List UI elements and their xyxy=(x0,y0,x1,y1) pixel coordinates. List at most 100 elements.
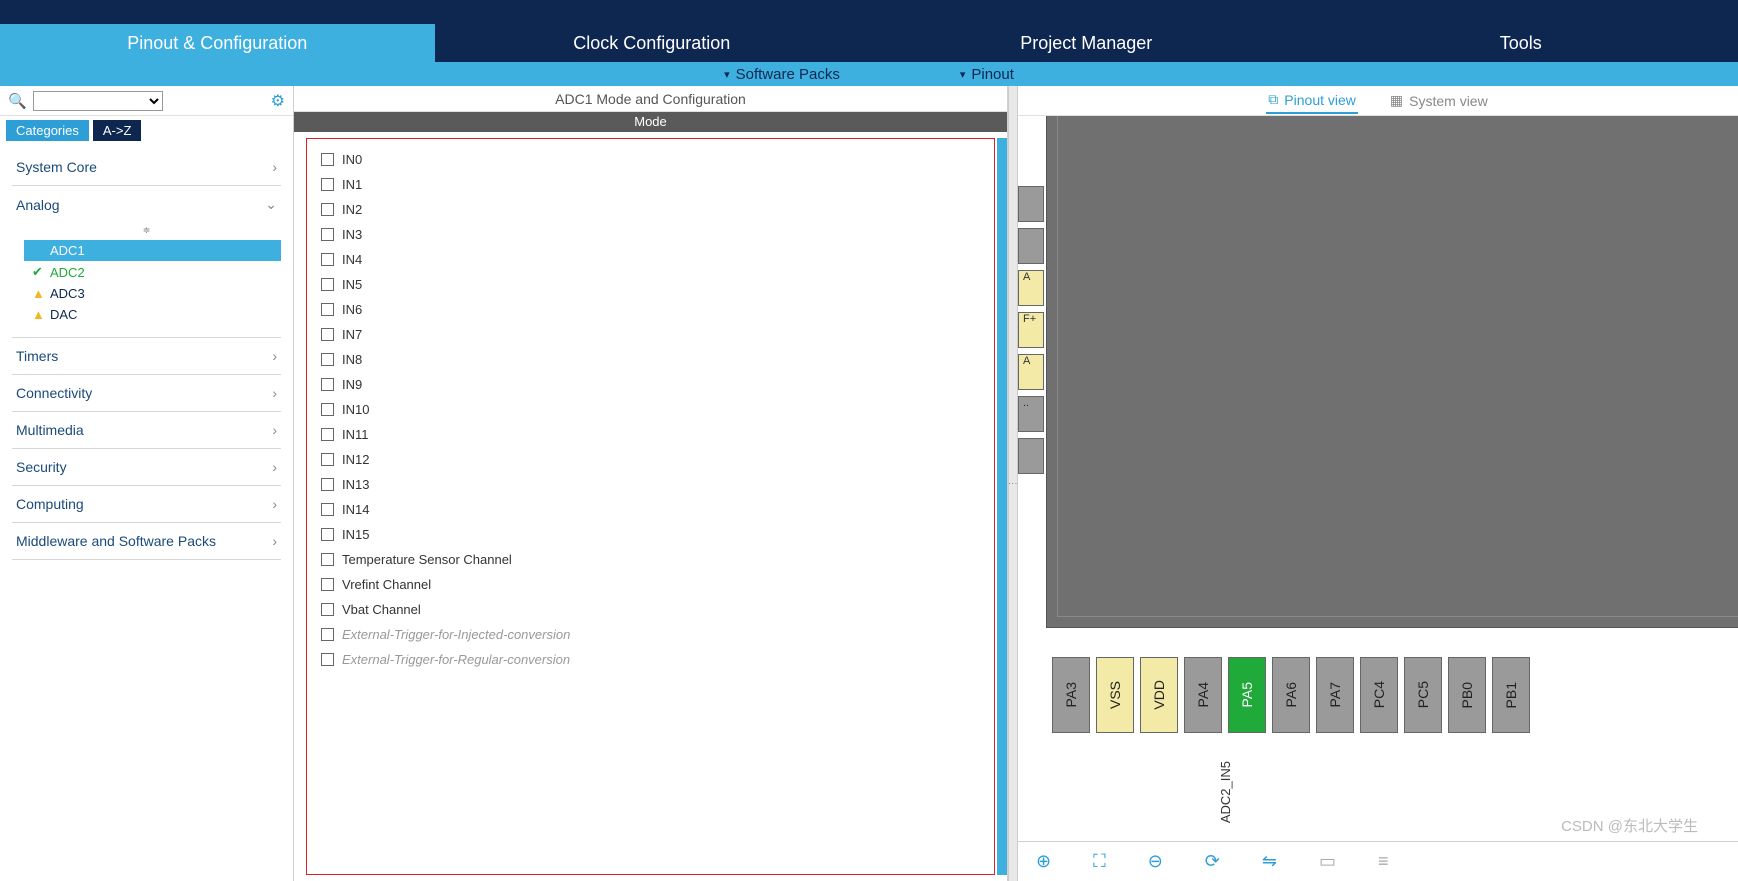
highlight-box: IN0 IN1 IN2 IN3 IN4 IN5 IN6 IN7 IN8 IN9 … xyxy=(306,138,995,875)
item-adc3[interactable]: ▲ADC3 xyxy=(24,283,281,304)
rotate-icon[interactable]: ⟳ xyxy=(1205,851,1220,872)
drag-handle[interactable]: ≑ xyxy=(12,223,281,238)
left-pin[interactable]: A xyxy=(1018,270,1044,306)
tab-categories[interactable]: Categories xyxy=(6,120,89,141)
tab-pinout-view[interactable]: ⧉Pinout view xyxy=(1266,87,1358,114)
checkbox-vbat[interactable] xyxy=(321,603,334,616)
subtab-software-packs[interactable]: ▾Software Packs xyxy=(724,66,840,83)
group-middleware[interactable]: Middleware and Software Packs› xyxy=(12,523,281,560)
mode-vbat[interactable]: Vbat Channel xyxy=(321,597,980,622)
mode-in13[interactable]: IN13 xyxy=(321,472,980,497)
search-icon[interactable]: 🔍 xyxy=(8,92,27,110)
mode-in5[interactable]: IN5 xyxy=(321,272,980,297)
pin-pc4[interactable]: PC4 xyxy=(1360,657,1398,733)
mode-in10-label: IN10 xyxy=(342,402,369,417)
subtab-pinout[interactable]: ▾Pinout xyxy=(960,66,1014,83)
mode-in11[interactable]: IN11 xyxy=(321,422,980,447)
mode-in8[interactable]: IN8 xyxy=(321,347,980,372)
pin-pa4[interactable]: PA4 xyxy=(1184,657,1222,733)
pin-vss[interactable]: VSS xyxy=(1096,657,1134,733)
pin-pa7[interactable]: PA7 xyxy=(1316,657,1354,733)
mode-vrefint[interactable]: Vrefint Channel xyxy=(321,572,980,597)
checkbox-in8[interactable] xyxy=(321,353,334,366)
fit-icon[interactable]: ⛶ xyxy=(1093,851,1106,872)
pin-pa3[interactable]: PA3 xyxy=(1052,657,1090,733)
checkbox-in14[interactable] xyxy=(321,503,334,516)
mode-in1[interactable]: IN1 xyxy=(321,172,980,197)
item-adc1[interactable]: ADC1 xyxy=(24,240,281,261)
list-icon[interactable]: ≡ xyxy=(1378,851,1389,872)
mode-in7[interactable]: IN7 xyxy=(321,322,980,347)
checkbox-in0[interactable] xyxy=(321,153,334,166)
panel-divider[interactable]: ⋮ xyxy=(1008,86,1018,881)
item-dac[interactable]: ▲DAC xyxy=(24,304,281,325)
tab-a-to-z[interactable]: A->Z xyxy=(93,120,142,141)
left-pin[interactable] xyxy=(1018,228,1044,264)
center-title: ADC1 Mode and Configuration xyxy=(294,86,1007,112)
checkbox-in9[interactable] xyxy=(321,378,334,391)
pin-pb0[interactable]: PB0 xyxy=(1448,657,1486,733)
checkbox-in1[interactable] xyxy=(321,178,334,191)
group-multimedia[interactable]: Multimedia› xyxy=(12,412,281,449)
mode-in14[interactable]: IN14 xyxy=(321,497,980,522)
checkbox-in7[interactable] xyxy=(321,328,334,341)
group-timers[interactable]: Timers› xyxy=(12,338,281,375)
mode-in12[interactable]: IN12 xyxy=(321,447,980,472)
checkbox-in2[interactable] xyxy=(321,203,334,216)
mode-in6[interactable]: IN6 xyxy=(321,297,980,322)
tab-pinout-config[interactable]: Pinout & Configuration xyxy=(0,24,435,62)
scrollbar[interactable] xyxy=(997,138,1007,875)
left-pin[interactable]: A xyxy=(1018,354,1044,390)
mode-in9[interactable]: IN9 xyxy=(321,372,980,397)
mode-in2[interactable]: IN2 xyxy=(321,197,980,222)
mode-in8-label: IN8 xyxy=(342,352,362,367)
checkbox-temp[interactable] xyxy=(321,553,334,566)
pin-pa6[interactable]: PA6 xyxy=(1272,657,1310,733)
checkbox-vref[interactable] xyxy=(321,578,334,591)
group-system-core[interactable]: System Core› xyxy=(12,149,281,186)
left-pin[interactable] xyxy=(1018,186,1044,222)
group-analog-header[interactable]: Analog⌄ xyxy=(12,186,281,223)
group-security[interactable]: Security› xyxy=(12,449,281,486)
layout-icon[interactable]: ▭ xyxy=(1319,851,1336,872)
pin-label: F+ xyxy=(1019,313,1043,325)
checkbox-in12[interactable] xyxy=(321,453,334,466)
tab-clock-config[interactable]: Clock Configuration xyxy=(435,24,870,62)
zoom-out-icon[interactable]: ⊖ xyxy=(1148,851,1163,872)
gear-icon[interactable]: ⚙ xyxy=(271,91,285,111)
checkbox-in5[interactable] xyxy=(321,278,334,291)
pin-vdd[interactable]: VDD xyxy=(1140,657,1178,733)
search-input[interactable] xyxy=(33,91,163,111)
mode-in3[interactable]: IN3 xyxy=(321,222,980,247)
tab-tools[interactable]: Tools xyxy=(1304,24,1738,62)
checkbox-in10[interactable] xyxy=(321,403,334,416)
tab-pinout-view-label: Pinout view xyxy=(1284,92,1356,108)
item-adc2[interactable]: ✔ADC2 xyxy=(24,261,281,283)
group-connectivity[interactable]: Connectivity› xyxy=(12,375,281,412)
mode-temp-sensor[interactable]: Temperature Sensor Channel xyxy=(321,547,980,572)
checkbox-in15[interactable] xyxy=(321,528,334,541)
checkbox-in13[interactable] xyxy=(321,478,334,491)
left-pin[interactable]: F+ xyxy=(1018,312,1044,348)
left-pin[interactable] xyxy=(1018,438,1044,474)
mode-in4[interactable]: IN4 xyxy=(321,247,980,272)
tab-system-view[interactable]: ▦System view xyxy=(1388,88,1490,113)
mode-in3-label: IN3 xyxy=(342,227,362,242)
pin-pc5[interactable]: PC5 xyxy=(1404,657,1442,733)
mode-in15[interactable]: IN15 xyxy=(321,522,980,547)
tab-project-manager[interactable]: Project Manager xyxy=(869,24,1304,62)
category-tabs: Categories A->Z xyxy=(0,116,293,145)
checkbox-in6[interactable] xyxy=(321,303,334,316)
chip-area[interactable]: A F+ A .. PA3 VSS VDD PA4 PA5 PA6 PA7 PC… xyxy=(1018,116,1738,841)
mode-in0[interactable]: IN0 xyxy=(321,147,980,172)
pin-pb1[interactable]: PB1 xyxy=(1492,657,1530,733)
group-computing[interactable]: Computing› xyxy=(12,486,281,523)
left-pin[interactable]: .. xyxy=(1018,396,1044,432)
zoom-in-icon[interactable]: ⊕ xyxy=(1036,851,1051,872)
flip-icon[interactable]: ⇋ xyxy=(1262,851,1277,872)
checkbox-in11[interactable] xyxy=(321,428,334,441)
pin-pa5[interactable]: PA5 xyxy=(1228,657,1266,733)
checkbox-in3[interactable] xyxy=(321,228,334,241)
mode-in10[interactable]: IN10 xyxy=(321,397,980,422)
checkbox-in4[interactable] xyxy=(321,253,334,266)
